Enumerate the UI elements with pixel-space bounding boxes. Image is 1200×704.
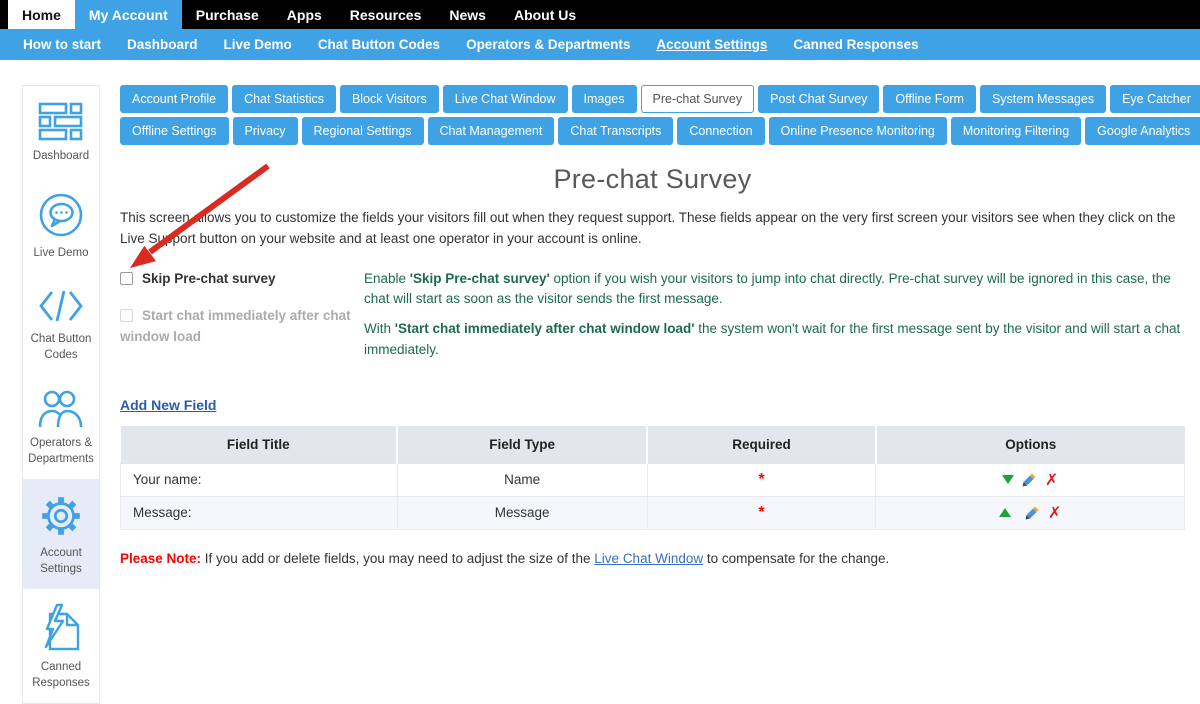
subnav-item-account-settings[interactable]: Account Settings [643, 37, 780, 52]
tab-connection[interactable]: Connection [677, 117, 764, 145]
table-header-row: Field Title Field Type Required Options [121, 426, 1185, 464]
sidebar-item-canned-responses[interactable]: Canned Responses [23, 589, 99, 703]
page-description: This screen allows you to customize the … [120, 208, 1185, 250]
tab-monitoring-filtering[interactable]: Monitoring Filtering [951, 117, 1081, 145]
field-type-cell: Message [397, 496, 647, 529]
sidebar-item-chat-button-codes[interactable]: Chat Button Codes [23, 273, 99, 375]
options-checkbox-column: Skip Pre-chat survey Start chat immediat… [120, 269, 352, 370]
delete-x-icon[interactable]: ✗ [1045, 472, 1058, 488]
topnav-item-purchase[interactable]: Purchase [182, 0, 273, 29]
table-row-message: Message: Message * ✗ [121, 496, 1185, 529]
tab-images[interactable]: Images [572, 85, 637, 113]
sidebar-item-dashboard[interactable]: Dashboard [23, 86, 99, 177]
tab-privacy[interactable]: Privacy [233, 117, 298, 145]
topnav-item-news[interactable]: News [435, 0, 500, 29]
table-row-your-name: Your name: Name * ✗ [121, 463, 1185, 496]
account-sub-navigation: How to start Dashboard Live Demo Chat Bu… [0, 29, 1200, 60]
tab-chat-transcripts[interactable]: Chat Transcripts [558, 117, 673, 145]
tab-system-messages[interactable]: System Messages [980, 85, 1106, 113]
start-chat-immediately-checkbox [120, 309, 133, 322]
topnav-item-about-us[interactable]: About Us [500, 0, 590, 29]
skip-prechat-survey-checkbox[interactable] [120, 272, 133, 285]
options-cell: ✗ [876, 463, 1185, 496]
edit-pencil-icon[interactable] [1025, 505, 1040, 520]
options-cell: ✗ [876, 496, 1185, 529]
tab-chat-statistics[interactable]: Chat Statistics [232, 85, 336, 113]
prechat-options: Skip Pre-chat survey Start chat immediat… [120, 269, 1185, 370]
start-chat-immediately-option: Start chat immediately after chat window… [120, 306, 352, 348]
main-content: Account Profile Chat Statistics Block Vi… [120, 60, 1185, 566]
subnav-item-operators-departments[interactable]: Operators & Departments [453, 37, 643, 52]
start-chat-immediately-label: Start chat immediately after chat window… [120, 308, 351, 344]
sidebar-item-account-settings[interactable]: Account Settings [23, 479, 99, 589]
tab-pre-chat-survey[interactable]: Pre-chat Survey [641, 85, 755, 113]
skip-prechat-survey-option[interactable]: Skip Pre-chat survey [120, 269, 352, 290]
topnav-item-apps[interactable]: Apps [273, 0, 336, 29]
move-down-icon[interactable] [1002, 475, 1014, 484]
column-header-options: Options [876, 426, 1185, 464]
required-cell: * [647, 463, 876, 496]
gear-icon [38, 493, 84, 539]
required-cell: * [647, 496, 876, 529]
edit-pencil-icon[interactable] [1022, 472, 1037, 487]
settings-tabs-row-2: Offline Settings Privacy Regional Settin… [120, 117, 1185, 149]
required-asterisk: * [758, 504, 764, 521]
please-note: Please Note: If you add or delete fields… [120, 551, 1185, 566]
subnav-item-how-to-start[interactable]: How to start [10, 37, 114, 52]
sidebar: Dashboard Live Demo Chat Button Codes Op… [22, 85, 100, 704]
subnav-item-chat-button-codes[interactable]: Chat Button Codes [305, 37, 453, 52]
sidebar-item-label: Canned Responses [25, 660, 97, 691]
people-icon [37, 389, 85, 429]
tab-google-analytics[interactable]: Google Analytics [1085, 117, 1200, 145]
field-title-cell: Message: [121, 496, 398, 529]
tab-regional-settings[interactable]: Regional Settings [302, 117, 424, 145]
add-new-field-link[interactable]: Add New Field [120, 397, 216, 413]
start-chat-description: With 'Start chat immediately after chat … [364, 319, 1185, 360]
subnav-item-live-demo[interactable]: Live Demo [211, 37, 305, 52]
sidebar-item-label: Dashboard [25, 149, 97, 165]
tab-online-presence-monitoring[interactable]: Online Presence Monitoring [769, 117, 947, 145]
options-description-column: Enable 'Skip Pre-chat survey' option if … [352, 269, 1185, 370]
live-demo-icon [37, 191, 85, 239]
tab-offline-settings[interactable]: Offline Settings [120, 117, 229, 145]
sidebar-item-operators-departments[interactable]: Operators & Departments [23, 375, 99, 479]
settings-tabs-row-1: Account Profile Chat Statistics Block Vi… [120, 85, 1185, 117]
sidebar-item-label: Account Settings [25, 546, 97, 577]
lightning-page-icon [38, 603, 84, 653]
field-type-cell: Name [397, 463, 647, 496]
column-header-required: Required [647, 426, 876, 464]
prechat-fields-table: Field Title Field Type Required Options … [120, 426, 1185, 530]
skip-prechat-survey-label: Skip Pre-chat survey [142, 271, 276, 286]
required-asterisk: * [758, 471, 764, 488]
sidebar-item-label: Operators & Departments [25, 436, 97, 467]
topnav-item-home[interactable]: Home [8, 0, 75, 29]
sidebar-item-label: Chat Button Codes [25, 332, 97, 363]
delete-x-icon[interactable]: ✗ [1048, 505, 1061, 521]
tab-block-visitors[interactable]: Block Visitors [340, 85, 439, 113]
tab-chat-management[interactable]: Chat Management [428, 117, 555, 145]
column-header-field-type: Field Type [397, 426, 647, 464]
sidebar-item-label: Live Demo [25, 246, 97, 262]
topnav-item-my-account[interactable]: My Account [75, 0, 182, 29]
tab-offline-form[interactable]: Offline Form [883, 85, 976, 113]
page-title: Pre-chat Survey [120, 164, 1185, 195]
move-up-icon[interactable] [999, 508, 1011, 517]
sidebar-item-live-demo[interactable]: Live Demo [23, 177, 99, 274]
tab-eye-catcher[interactable]: Eye Catcher [1110, 85, 1200, 113]
subnav-item-canned-responses[interactable]: Canned Responses [780, 37, 931, 52]
topnav-item-resources[interactable]: Resources [336, 0, 436, 29]
live-chat-window-link[interactable]: Live Chat Window [594, 551, 703, 566]
top-navigation: Home My Account Purchase Apps Resources … [0, 0, 1200, 29]
code-icon [37, 287, 85, 325]
tab-post-chat-survey[interactable]: Post Chat Survey [758, 85, 879, 113]
tab-live-chat-window[interactable]: Live Chat Window [443, 85, 568, 113]
subnav-item-dashboard[interactable]: Dashboard [114, 37, 211, 52]
skip-prechat-description: Enable 'Skip Pre-chat survey' option if … [364, 269, 1185, 310]
please-note-label: Please Note: [120, 551, 201, 566]
tab-account-profile[interactable]: Account Profile [120, 85, 228, 113]
field-title-cell: Your name: [121, 463, 398, 496]
dashboard-icon [37, 100, 85, 142]
column-header-field-title: Field Title [121, 426, 398, 464]
